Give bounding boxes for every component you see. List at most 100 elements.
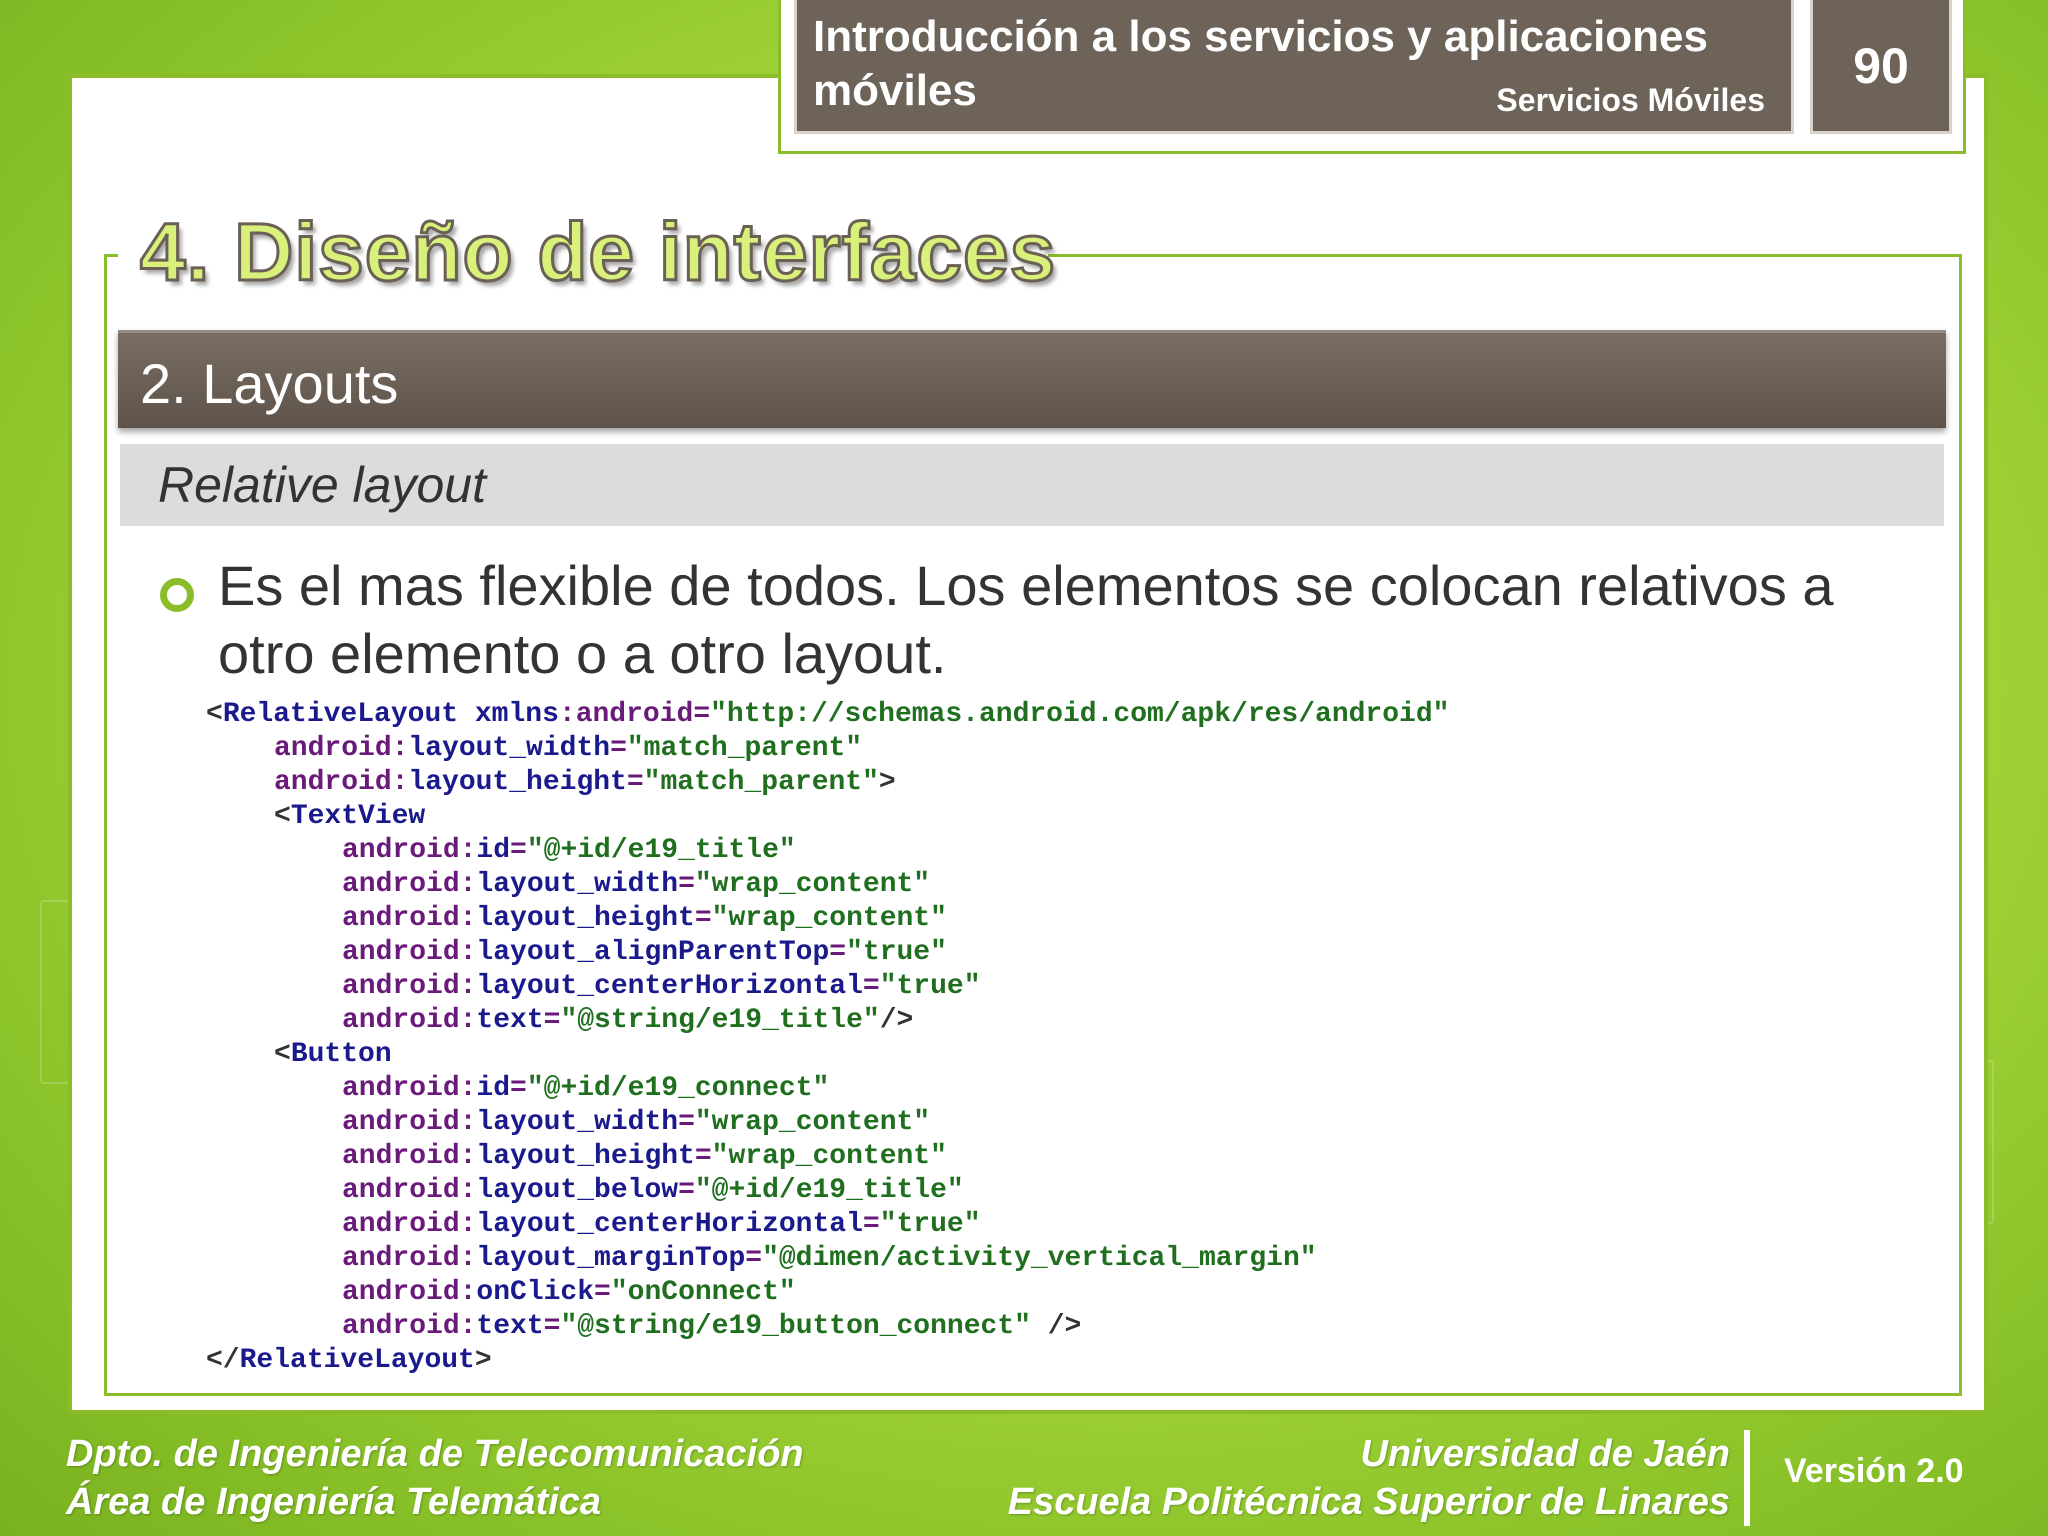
code-token: android: xyxy=(342,937,477,968)
code-token: = xyxy=(543,1005,561,1036)
code-token: RelativeLayout xyxy=(239,1345,475,1376)
code-line: android:layout_centerHorizontal="true" xyxy=(206,970,1449,1004)
code-token: "http://schemas.android.com/apk/res/andr… xyxy=(710,699,1450,730)
subheading: 2. Layouts xyxy=(140,352,399,415)
footer-area: Área de Ingeniería Telemática xyxy=(66,1481,602,1523)
code-token: "match_parent" xyxy=(643,767,879,798)
code-token: android: xyxy=(342,1073,477,1104)
code-token: = xyxy=(678,1175,695,1206)
code-token: = xyxy=(678,1107,695,1138)
code-line: <TextView xyxy=(206,800,1449,834)
code-line: android:layout_below="@+id/e19_title" xyxy=(206,1174,1449,1208)
bullet-text: Es el mas flexible de todos. Los element… xyxy=(218,554,1834,685)
code-token: layout_width xyxy=(408,733,611,764)
code-token: xmlns xyxy=(474,699,559,730)
code-line: android:layout_width="wrap_content" xyxy=(206,1106,1449,1140)
code-token: layout_below xyxy=(476,1175,679,1206)
footer-left: Dpto. de Ingeniería de Telecomunicación … xyxy=(66,1430,804,1526)
code-token: = xyxy=(626,767,644,798)
code-token: layout_centerHorizontal xyxy=(476,1209,863,1240)
code-token: = xyxy=(510,1073,527,1104)
code-token: "wrap_content" xyxy=(694,1107,931,1138)
code-token: id xyxy=(476,835,511,866)
footer-department: Dpto. de Ingeniería de Telecomunicación xyxy=(66,1433,804,1475)
code-token: android: xyxy=(342,1277,477,1308)
code-token: /> xyxy=(879,1005,914,1036)
subsubheading: Relative layout xyxy=(158,457,486,513)
code-token: android: xyxy=(342,835,477,866)
code-token: > xyxy=(878,767,896,798)
code-token: android: xyxy=(342,1005,477,1036)
code-token: < xyxy=(274,1039,291,1070)
code-token: android: xyxy=(274,733,409,764)
code-token: android: xyxy=(342,903,477,934)
code-token: :android= xyxy=(558,699,711,730)
code-token: "@+id/e19_title" xyxy=(526,835,796,866)
code-line: android:layout_height="wrap_content" xyxy=(206,1140,1449,1174)
footer-version: Versión 2.0 xyxy=(1784,1452,1964,1490)
code-token: = xyxy=(543,1311,561,1342)
code-token: "@string/e19_title" xyxy=(560,1005,880,1036)
code-token: < xyxy=(274,801,291,832)
code-line: android:layout_centerHorizontal="true" xyxy=(206,1208,1449,1242)
code-token: = xyxy=(862,971,880,1002)
code-token: android: xyxy=(274,767,409,798)
code-line: android:onClick="onConnect" xyxy=(206,1276,1449,1310)
header-box: Introducción a los servicios y aplicacio… xyxy=(794,0,1794,134)
code-line: android:layout_alignParentTop="true" xyxy=(206,936,1449,970)
code-token: "onConnect" xyxy=(610,1277,796,1308)
code-token: "wrap_content" xyxy=(711,903,947,934)
code-token: layout_marginTop xyxy=(476,1243,746,1274)
code-token: "wrap_content" xyxy=(694,869,931,900)
code-token: /> xyxy=(1030,1311,1082,1342)
code-line: android:text="@string/e19_title"/> xyxy=(206,1004,1449,1038)
code-token: = xyxy=(862,1209,880,1240)
code-token: = xyxy=(829,937,847,968)
footer-school: Escuela Politécnica Superior de Linares xyxy=(1007,1481,1730,1523)
code-token: > xyxy=(474,1345,492,1376)
code-token: layout_height xyxy=(476,903,695,934)
code-token: = xyxy=(610,733,627,764)
code-token: = xyxy=(510,835,527,866)
code-line: android:layout_height="match_parent"> xyxy=(206,766,1449,800)
code-token: "true" xyxy=(846,937,947,968)
code-token: android: xyxy=(342,1311,477,1342)
code-token: layout_alignParentTop xyxy=(476,937,830,968)
code-line: android:text="@string/e19_button_connect… xyxy=(206,1310,1449,1344)
code-block: < RelativeLayout xmlns:android="http://sc… xyxy=(206,698,1449,1378)
code-line: <Button xyxy=(206,1038,1449,1072)
code-token: "@+id/e19_connect" xyxy=(526,1073,830,1104)
page-number: 90 xyxy=(1810,0,1952,134)
footer-right: Universidad de Jaén Escuela Politécnica … xyxy=(1008,1430,1730,1526)
code-line: android:id="@+id/e19_connect" xyxy=(206,1072,1449,1106)
code-token: id xyxy=(476,1073,511,1104)
code-token: "@dimen/activity_vertical_margin" xyxy=(762,1243,1317,1274)
subsubheading-bar: Relative layout xyxy=(120,444,1944,526)
footer-university: Universidad de Jaén xyxy=(1360,1433,1730,1475)
bullet-circle-icon xyxy=(160,578,194,612)
subheading-bar: 2. Layouts xyxy=(118,330,1946,428)
code-token: = xyxy=(694,1141,712,1172)
code-token: layout_height xyxy=(476,1141,695,1172)
code-token: android: xyxy=(342,1209,477,1240)
code-token: "true" xyxy=(879,1209,981,1240)
code-token: android: xyxy=(342,1141,477,1172)
code-line: android:layout_width="wrap_content" xyxy=(206,868,1449,902)
code-line: android:layout_height="wrap_content" xyxy=(206,902,1449,936)
code-line: android:id="@+id/e19_title" xyxy=(206,834,1449,868)
code-token: RelativeLayout xyxy=(222,699,459,730)
code-token: text xyxy=(476,1005,544,1036)
code-token: android: xyxy=(342,1175,477,1206)
code-token: onClick xyxy=(476,1277,595,1308)
code-line: </RelativeLayout> xyxy=(206,1344,1449,1378)
code-token: </ xyxy=(206,1345,240,1376)
code-token: = xyxy=(594,1277,611,1308)
code-token: layout_width xyxy=(476,869,679,900)
code-line: android:layout_width="match_parent" xyxy=(206,732,1449,766)
code-token: "@+id/e19_title" xyxy=(694,1175,964,1206)
code-token: android: xyxy=(342,1107,477,1138)
code-token: = xyxy=(678,869,695,900)
code-token: layout_width xyxy=(476,1107,679,1138)
code-token: "true" xyxy=(879,971,981,1002)
